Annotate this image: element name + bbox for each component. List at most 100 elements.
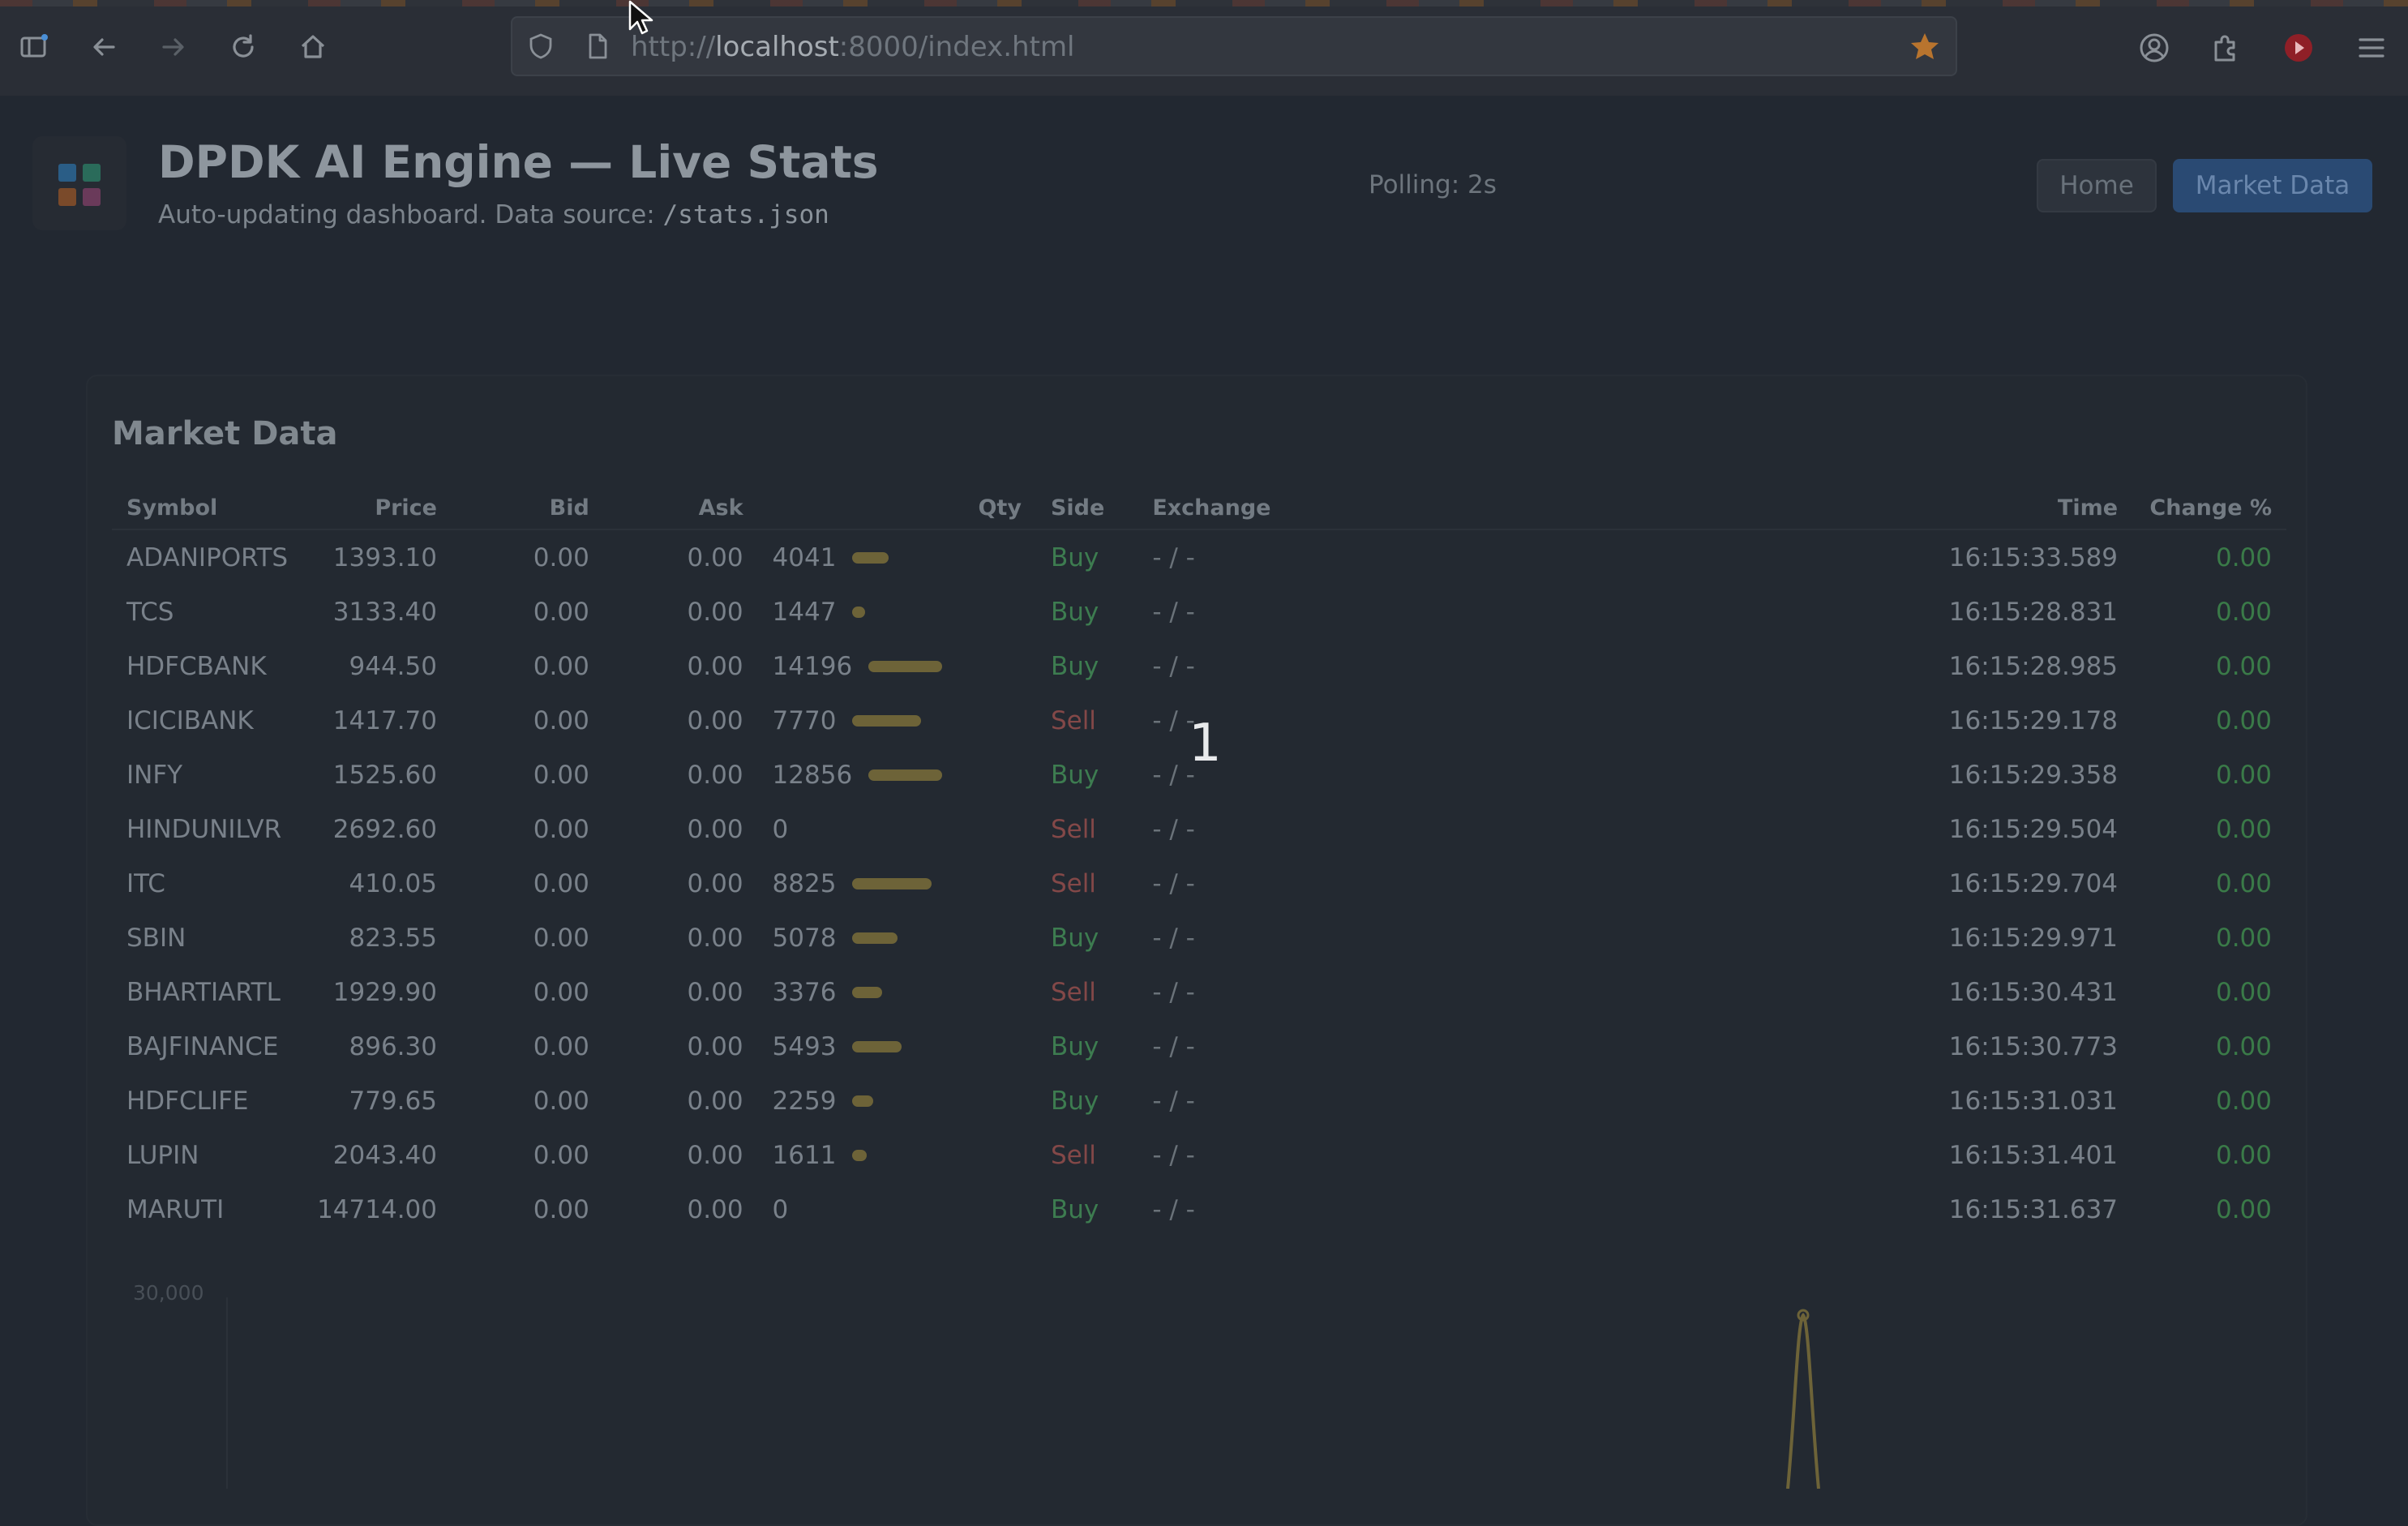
- table-row[interactable]: BHARTIARTL 1929.90 0.00 0.00 3376 Sell - / - 16…: [112, 965, 2286, 1019]
- record-icon[interactable]: [2282, 31, 2316, 65]
- address-bar[interactable]: http://localhost:8000/index.html: [511, 16, 1957, 76]
- qty-value: 4041: [772, 542, 837, 572]
- qty-value: 3376: [772, 977, 837, 1007]
- table-row[interactable]: ITC 410.05 0.00 0.00 8825 Sell - / - 16:15:29.7…: [112, 856, 2286, 911]
- cell-symbol: SBIN: [126, 923, 186, 953]
- qty-wrapper: 0: [773, 815, 1022, 844]
- cell-symbol: ITC: [126, 868, 165, 898]
- qty-bar: [852, 932, 898, 944]
- qty-value: 5493: [772, 1031, 837, 1061]
- reload-icon[interactable]: [229, 32, 258, 62]
- tab-strip-edge: [0, 0, 2408, 6]
- url-path: :8000/index.html: [838, 31, 1075, 63]
- market-data-table: Symbol Price Bid Ask Qty Side Exchange T…: [112, 487, 2286, 1237]
- sidebar-icon[interactable]: [19, 32, 49, 62]
- home-button[interactable]: Home: [2037, 159, 2157, 212]
- cell-qty: 0: [758, 1182, 1036, 1237]
- cell-time: 16:15:28.831: [1948, 597, 2119, 627]
- cell-side: Buy: [1050, 542, 1099, 572]
- qty-bar: [852, 1095, 874, 1107]
- qty-value: 0: [772, 814, 789, 844]
- qty-value: 14196: [772, 651, 853, 681]
- table-header-row: Symbol Price Bid Ask Qty Side Exchange T…: [112, 487, 2286, 530]
- qty-value: 5078: [772, 923, 837, 953]
- table-row[interactable]: BAJFINANCE 896.30 0.00 0.00 5493 Buy - / - 16:1…: [112, 1019, 2286, 1074]
- shield-icon[interactable]: [527, 32, 555, 60]
- cell-time: 16:15:30.431: [1948, 977, 2119, 1007]
- cell-exchange: - / -: [1152, 1086, 1195, 1116]
- market-data-button[interactable]: Market Data: [2173, 159, 2372, 212]
- qty-wrapper: 12856: [773, 761, 1022, 790]
- column-header-ask[interactable]: Ask: [603, 487, 758, 530]
- column-header-exchange[interactable]: Exchange: [1138, 487, 1690, 530]
- qty-wrapper: 1611: [773, 1141, 1022, 1170]
- table-row[interactable]: MARUTI 14714.00 0.00 0.00 0 Buy - / - 16:15:31.…: [112, 1182, 2286, 1237]
- cell-qty: 5493: [758, 1019, 1036, 1074]
- table-row[interactable]: HDFCBANK 944.50 0.00 0.00 14196 Buy - / - 16:15…: [112, 639, 2286, 693]
- menu-icon[interactable]: [2354, 31, 2389, 65]
- qty-value: 12856: [772, 760, 853, 790]
- cell-qty: 3376: [758, 965, 1036, 1019]
- qty-bar: [852, 551, 889, 564]
- column-header-time[interactable]: Time: [1690, 487, 2133, 530]
- table-row[interactable]: HDFCLIFE 779.65 0.00 0.00 2259 Buy - / - 16:15:…: [112, 1074, 2286, 1128]
- cell-ask: 0.00: [687, 1194, 743, 1224]
- subtitle-text: Auto-updating dashboard. Data source:: [158, 200, 663, 229]
- column-header-bid[interactable]: Bid: [452, 487, 604, 530]
- qty-bar: [868, 660, 943, 672]
- cell-price: 1525.60: [332, 760, 437, 790]
- column-header-price[interactable]: Price: [302, 487, 452, 530]
- table-row[interactable]: HINDUNILVR 2692.60 0.00 0.00 0 Sell - / - 16:15…: [112, 802, 2286, 856]
- url-scheme: http://: [631, 31, 716, 63]
- cell-time: 16:15:31.637: [1948, 1194, 2119, 1224]
- cell-side: Sell: [1050, 1140, 1096, 1170]
- overlay-label: 1: [1189, 714, 1222, 774]
- home-icon[interactable]: [298, 32, 328, 62]
- cell-qty: 7770: [758, 693, 1036, 748]
- cell-symbol: HDFCLIFE: [126, 1086, 249, 1116]
- qty-wrapper: 3376: [773, 978, 1022, 1007]
- cell-time: 16:15:29.704: [1948, 868, 2119, 898]
- extensions-icon[interactable]: [2209, 31, 2243, 65]
- cell-change: 0.00: [2215, 651, 2272, 681]
- cell-price: 410.05: [349, 868, 437, 898]
- cell-change: 0.00: [2215, 977, 2272, 1007]
- back-icon[interactable]: [89, 32, 118, 62]
- cell-price: 944.50: [349, 651, 437, 681]
- cell-symbol: TCS: [126, 597, 174, 627]
- cell-side: Buy: [1050, 760, 1099, 790]
- cell-time: 16:15:28.985: [1948, 651, 2119, 681]
- table-row[interactable]: ADANIPORTS 1393.10 0.00 0.00 4041 Buy - / - 16:…: [112, 529, 2286, 585]
- qty-wrapper: 5493: [773, 1032, 1022, 1061]
- cell-side: Buy: [1050, 923, 1099, 953]
- cell-exchange: - / -: [1152, 1140, 1195, 1170]
- cell-time: 16:15:31.031: [1948, 1086, 2119, 1116]
- table-row[interactable]: SBIN 823.55 0.00 0.00 5078 Buy - / - 16:15:29.9…: [112, 911, 2286, 965]
- qty-wrapper: 8825: [773, 869, 1022, 898]
- forward-icon[interactable]: [159, 32, 188, 62]
- cell-qty: 4041: [758, 529, 1036, 585]
- cell-time: 16:15:29.178: [1948, 705, 2119, 735]
- market-data-title: Market Data: [112, 415, 338, 452]
- column-header-qty[interactable]: Qty: [757, 487, 1036, 530]
- cell-bid: 0.00: [533, 923, 589, 953]
- qty-value: 0: [772, 1194, 789, 1224]
- url-text[interactable]: http://localhost:8000/index.html: [631, 31, 1075, 63]
- cell-symbol: ICICIBANK: [126, 705, 254, 735]
- bookmark-star-icon[interactable]: [1909, 31, 1941, 63]
- column-header-symbol[interactable]: Symbol: [112, 487, 303, 530]
- url-host: localhost: [715, 31, 839, 63]
- cell-time: 16:15:29.971: [1948, 923, 2119, 953]
- page-icon: [589, 33, 607, 59]
- qty-bar: [852, 606, 866, 618]
- column-header-side[interactable]: Side: [1035, 487, 1138, 530]
- account-icon[interactable]: [2137, 31, 2171, 65]
- table-row[interactable]: LUPIN 2043.40 0.00 0.00 1611 Sell - / - 16:15:3…: [112, 1128, 2286, 1182]
- column-header-change[interactable]: Change %: [2132, 487, 2286, 530]
- cell-symbol: BHARTIARTL: [126, 977, 281, 1007]
- table-row[interactable]: TCS 3133.40 0.00 0.00 1447 Buy - / - 16:15:28.8…: [112, 585, 2286, 639]
- cell-bid: 0.00: [533, 651, 589, 681]
- qty-wrapper: 1447: [773, 598, 1022, 627]
- cell-symbol: LUPIN: [126, 1140, 199, 1170]
- cell-price: 823.55: [349, 923, 437, 953]
